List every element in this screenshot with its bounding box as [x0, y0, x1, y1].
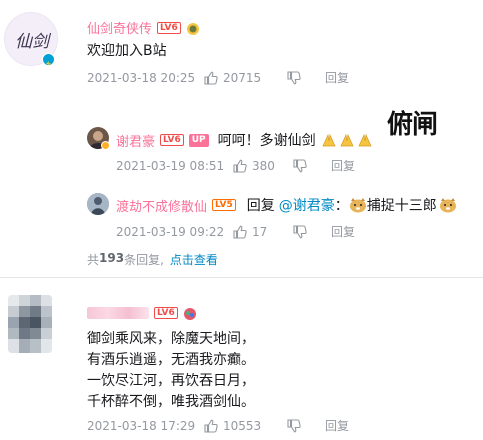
doge-emoji-icon: [349, 197, 367, 213]
like-button[interactable]: 17: [233, 225, 293, 239]
level-badge: LV6: [154, 307, 178, 319]
reply-colon: ：: [334, 198, 349, 214]
thumbs-up-icon: [204, 71, 218, 85]
blurred-username[interactable]: [87, 307, 149, 319]
praying-hands-emoji-icon: [321, 133, 373, 147]
reply-button[interactable]: 回复: [325, 69, 349, 86]
comment-time: 2021-03-18 20:25: [87, 70, 196, 85]
like-button[interactable]: 10553: [204, 419, 287, 433]
view-replies-link[interactable]: 点击查看: [170, 251, 218, 268]
thumbs-up-icon: [233, 159, 247, 173]
reply-button[interactable]: 回复: [331, 157, 355, 174]
doge-emoji-icon: [439, 197, 457, 213]
username[interactable]: 仙剑奇侠传: [87, 18, 152, 37]
avatar-blurred[interactable]: [8, 295, 52, 353]
level-badge: LV5: [212, 199, 236, 211]
more-count: 193: [99, 251, 125, 265]
poem-line: 一饮尽江河，再饮吞日月，: [87, 373, 255, 389]
reply-prefix: 回复: [246, 198, 275, 214]
thumbs-down-icon: [287, 70, 301, 84]
reply-username[interactable]: 渡劫不成修散仙: [116, 196, 207, 215]
like-count: 10553: [223, 418, 262, 433]
up-badge: UP: [188, 133, 209, 147]
thumbs-down-icon: [293, 158, 307, 172]
more-count-suffix: 条回复,: [124, 253, 164, 267]
reply-button[interactable]: 回复: [325, 417, 349, 434]
level-badge: LV6: [160, 134, 184, 146]
more-replies: 共 193 条回复, 点击查看: [87, 251, 218, 268]
reply-time: 2021-03-19 08:51: [116, 158, 225, 173]
comment-time: 2021-03-18 17:29: [87, 418, 196, 433]
verified-badge-icon: [42, 53, 55, 66]
like-count: 20715: [223, 70, 262, 85]
dislike-button[interactable]: [287, 418, 325, 433]
reply-time: 2021-03-19 09:22: [116, 224, 225, 239]
poem-line: 千杯醉不倒，唯我酒剑仙。: [87, 394, 255, 410]
thumbs-up-icon: [233, 225, 247, 239]
poem-content: 御剑乘风来，除魔天地间， 有酒乐逍遥，无酒我亦癫。 一饮尽江河，再饮吞日月， 千…: [87, 329, 255, 413]
more-count-prefix: 共: [87, 253, 100, 267]
comment-divider: [0, 277, 483, 278]
dislike-button[interactable]: [293, 224, 331, 239]
thumbs-up-icon: [204, 419, 218, 433]
like-count: 380: [252, 158, 275, 173]
dislike-button[interactable]: [293, 158, 331, 173]
avatar-logo-text: 仙剑: [15, 32, 52, 52]
poem-line: 御剑乘风来，除魔天地间，: [87, 331, 255, 347]
reply-text: 呵呵！多谢仙剑: [217, 133, 316, 149]
dislike-button[interactable]: [287, 70, 325, 85]
thumbs-down-icon: [287, 418, 301, 432]
level-badge: LV6: [157, 21, 181, 34]
fan-badge-icon: [186, 21, 200, 35]
poem-line: 有酒乐逍遥，无酒我亦癫。: [87, 352, 255, 368]
comment-text: 欢迎加入B站: [87, 43, 167, 59]
sticker-image: 俯闸: [387, 110, 438, 140]
like-count: 17: [252, 224, 268, 239]
thumbs-down-icon: [293, 224, 307, 238]
reply-text: 捕捉十三郎: [366, 198, 437, 214]
like-button[interactable]: 20715: [204, 71, 287, 85]
pixelated-avatar-icon: [8, 295, 52, 353]
reply-button[interactable]: 回复: [331, 223, 355, 240]
fan-badge-icon: [183, 306, 197, 320]
reply-username[interactable]: 谢君豪: [116, 131, 155, 150]
like-button[interactable]: 380: [233, 159, 293, 173]
verified-badge-icon: [101, 141, 110, 150]
avatar-dujie[interactable]: [87, 193, 109, 215]
mention-link[interactable]: @谢君豪: [279, 195, 335, 215]
